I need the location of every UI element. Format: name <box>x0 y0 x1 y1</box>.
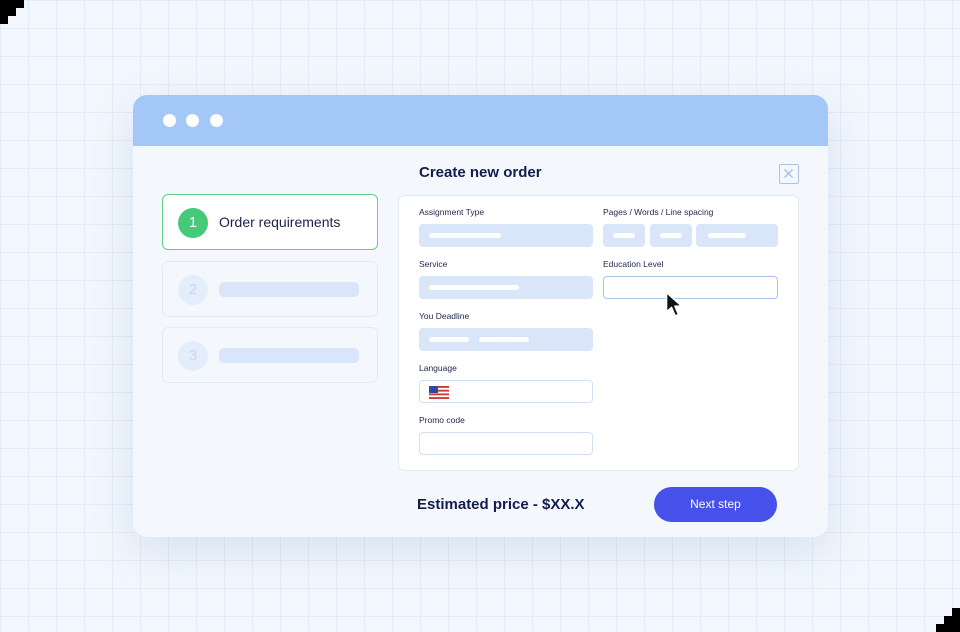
step-number: 2 <box>178 275 208 305</box>
promo-code-label: Promo code <box>419 415 465 425</box>
education-level-label: Education Level <box>603 259 664 269</box>
value-placeholder <box>429 285 519 290</box>
deadline-picker[interactable] <box>419 328 593 351</box>
pages-input[interactable] <box>603 224 645 247</box>
assignment-type-label: Assignment Type <box>419 207 485 217</box>
estimated-price: Estimated price - $XX.X <box>417 496 585 513</box>
next-step-button[interactable]: Next step <box>654 487 777 522</box>
deadline-label: You Deadline <box>419 311 470 321</box>
corner-pixel-decoration <box>936 608 960 632</box>
value-placeholder <box>613 233 635 238</box>
education-level-select[interactable] <box>603 276 778 299</box>
step-order-requirements[interactable]: 1 Order requirements <box>162 194 378 250</box>
window-titlebar <box>133 95 828 146</box>
value-placeholder <box>660 233 682 238</box>
language-select[interactable] <box>419 380 593 403</box>
close-icon <box>783 168 794 179</box>
step-number: 3 <box>178 341 208 371</box>
words-input[interactable] <box>650 224 692 247</box>
window-dot-minimize[interactable] <box>186 114 199 127</box>
line-spacing-select[interactable] <box>696 224 778 247</box>
window-dot-maximize[interactable] <box>210 114 223 127</box>
step-number: 1 <box>178 208 208 238</box>
service-select[interactable] <box>419 276 593 299</box>
assignment-type-select[interactable] <box>419 224 593 247</box>
dialog-title: Create new order <box>419 164 542 181</box>
language-label: Language <box>419 363 457 373</box>
mouse-pointer-icon <box>665 291 683 317</box>
step-label-placeholder <box>219 348 359 363</box>
step-label: Order requirements <box>219 214 341 230</box>
promo-code-input[interactable] <box>419 432 593 455</box>
step-label-placeholder <box>219 282 359 297</box>
window-dot-close[interactable] <box>163 114 176 127</box>
order-window: 1 Order requirements 2 3 Create new orde… <box>133 95 828 537</box>
order-form: Assignment Type Service You Deadline Lan… <box>398 195 799 471</box>
step-2[interactable]: 2 <box>162 261 378 317</box>
step-3[interactable]: 3 <box>162 327 378 383</box>
close-button[interactable] <box>779 164 799 184</box>
value-placeholder <box>429 233 501 238</box>
corner-pixel-decoration <box>0 0 24 24</box>
service-label: Service <box>419 259 448 269</box>
value-placeholder <box>708 233 746 238</box>
value-placeholder <box>479 337 529 342</box>
pages-words-spacing-label: Pages / Words / Line spacing <box>603 207 714 217</box>
us-flag-icon <box>429 386 449 399</box>
value-placeholder <box>429 337 469 342</box>
